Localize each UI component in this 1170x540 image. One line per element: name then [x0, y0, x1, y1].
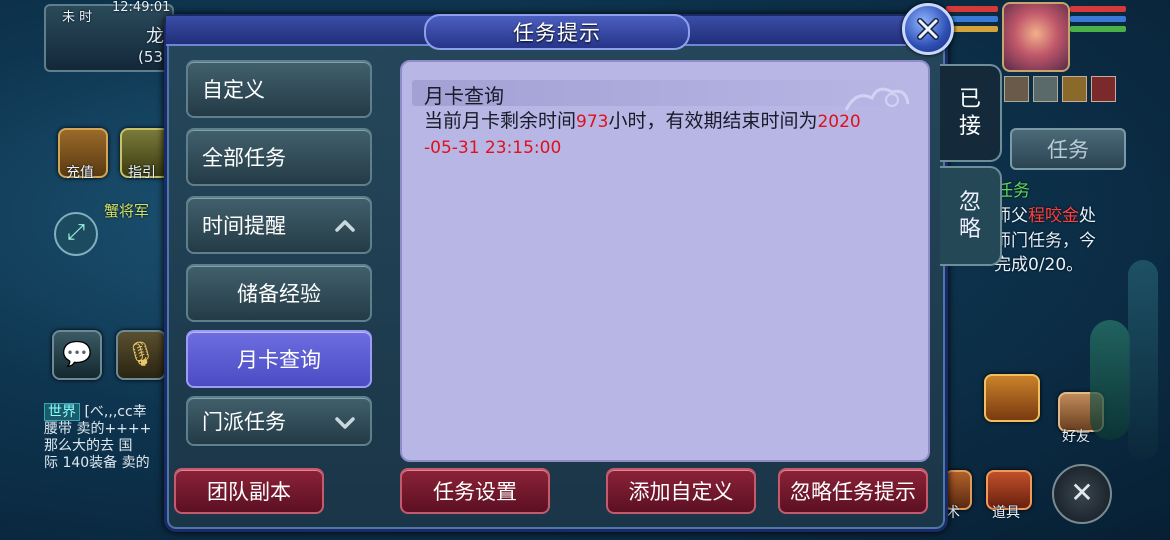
tab-ignore[interactable]: 忽 略: [940, 166, 1002, 266]
friends-label: 好友: [1062, 429, 1090, 445]
menu-item-label: 全部任务: [202, 146, 286, 170]
chevron-up-icon: [335, 220, 355, 232]
tab-char: 忽: [958, 190, 981, 215]
task-tab-label: 任务: [1047, 138, 1089, 162]
ignore-task-hint-button[interactable]: 忽略任务提示: [778, 468, 928, 514]
hp-bar: [946, 6, 998, 12]
chat-line: 那么大的去 国: [44, 438, 133, 454]
content-title: 月卡查询: [424, 84, 504, 108]
task-tab-button[interactable]: 任务: [1010, 128, 1126, 170]
tab-char: 略: [958, 217, 981, 242]
button-label: 任务设置: [433, 480, 517, 504]
voice-mic-icon[interactable]: 🎙: [116, 330, 166, 380]
game-time-label: 未 时: [62, 10, 93, 25]
items-label: 道具: [992, 505, 1020, 521]
dialog-title: 任务提示: [513, 21, 601, 45]
expiry-date-part1: 2020: [817, 112, 861, 132]
close-icon: [917, 18, 939, 40]
buff-icon[interactable]: [1004, 76, 1029, 102]
chat-bubble-icon[interactable]: 💬: [52, 330, 102, 380]
add-custom-button[interactable]: 添加自定义: [606, 468, 756, 514]
menu-item-all-tasks[interactable]: 全部任务: [186, 128, 372, 186]
menu-item-label: 自定义: [202, 78, 265, 102]
chat-line: 世界 [べ,,,cc幸: [44, 403, 174, 421]
content-body: 当前月卡剩余时间973小时，有效期结束时间为2020 -05-31 23:15:…: [424, 108, 912, 161]
player-name-fragment: 龙: [146, 26, 164, 47]
task-settings-button[interactable]: 任务设置: [400, 468, 550, 514]
player-avatar[interactable]: [1002, 2, 1070, 72]
pet-mp-bar: [1070, 16, 1126, 22]
menu-item-label: 时间提醒: [202, 214, 286, 238]
content-line: 当前月卡剩余时间973小时，有效期结束时间为2020: [424, 108, 912, 135]
tracked-task-line[interactable]: 师父程咬金处: [994, 201, 1096, 226]
tracked-task-line: 师门任务，今: [994, 231, 1096, 251]
button-label: 忽略任务提示: [790, 480, 916, 504]
location-label: 蟹将军: [104, 202, 150, 220]
menu-item-label: 门派任务: [202, 410, 286, 434]
pet-exp-bar: [1070, 26, 1126, 32]
chevron-down-icon: [335, 417, 355, 429]
team-dungeon-button[interactable]: 团队副本: [174, 468, 324, 514]
button-label: 添加自定义: [628, 480, 734, 504]
content-text: 当前月卡剩余时间: [424, 110, 577, 132]
chat-channel-tag[interactable]: 世界: [44, 403, 80, 421]
chat-text: [べ,,,cc幸: [84, 404, 147, 420]
buff-icon[interactable]: [1062, 76, 1087, 102]
level-fragment: (53: [138, 48, 163, 66]
fullscreen-icon[interactable]: ⤢: [54, 212, 98, 256]
mp-bar: [946, 16, 998, 22]
dialog-title-plaque: 任务提示: [424, 14, 690, 50]
menu-subitem-monthly-card[interactable]: 月卡查询: [186, 330, 372, 388]
close-button[interactable]: [902, 3, 954, 55]
expiry-date-part2: -05-31 23:15:00: [424, 138, 562, 158]
menu-item-custom[interactable]: 自定义: [186, 60, 372, 118]
tracked-task-line: 完成0/20。: [994, 255, 1084, 275]
tab-char: 已: [958, 87, 981, 112]
button-label: 团队副本: [207, 480, 291, 504]
pet-hp-bar: [1070, 6, 1126, 12]
menu-item-sect-tasks[interactable]: 门派任务: [186, 396, 372, 446]
menu-item-time-reminder[interactable]: 时间提醒: [186, 196, 372, 254]
buff-icon[interactable]: [1033, 76, 1058, 102]
remaining-hours: 973: [576, 112, 609, 132]
task-text: 处: [1079, 206, 1096, 226]
menu-subitem-reserve-exp[interactable]: 储备经验: [186, 264, 372, 322]
clock: 12:49:01: [112, 0, 171, 15]
hud-close-icon[interactable]: ✕: [1052, 464, 1112, 524]
tab-accepted[interactable]: 已 接: [940, 64, 1002, 162]
tab-char: 接: [958, 114, 981, 139]
buff-icon[interactable]: [1091, 76, 1116, 102]
recharge-label: 充值: [66, 165, 94, 181]
chat-line: 腰带 卖的++++: [44, 421, 152, 437]
skill-label-fragment: 术: [946, 505, 960, 521]
guide-label: 指引: [128, 165, 156, 181]
content-text: 小时，有效期结束时间为: [608, 110, 818, 132]
chat-log: 世界 [べ,,,cc幸 腰带 卖的++++ 那么大的去 国 际 140装备 卖的: [44, 403, 174, 472]
chat-line: 际 140装备 卖的: [44, 455, 150, 471]
treasure-chest-icon[interactable]: [984, 374, 1040, 422]
task-npc-link[interactable]: 程咬金: [1028, 206, 1079, 226]
menu-item-label: 月卡查询: [237, 348, 321, 372]
menu-item-label: 储备经验: [237, 282, 321, 306]
buff-icons[interactable]: [1004, 76, 1116, 102]
seaweed-decoration: [1128, 260, 1158, 460]
seaweed-decoration: [1090, 320, 1130, 440]
